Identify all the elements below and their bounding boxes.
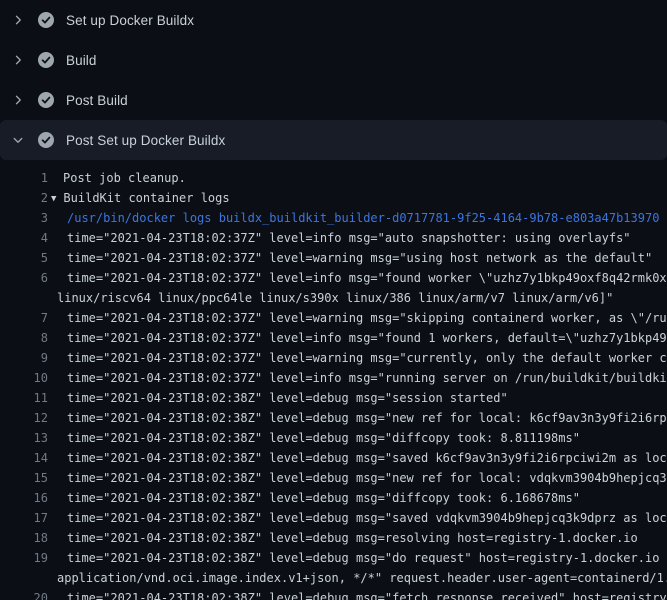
log-command-text: /usr/bin/docker logs buildx_buildkit_bui… (67, 208, 659, 228)
check-circle-icon (38, 92, 54, 108)
log-line: 5 time="2021-04-23T18:02:37Z" level=warn… (0, 248, 667, 268)
log-line: 14 time="2021-04-23T18:02:38Z" level=deb… (0, 448, 667, 468)
log-line-number[interactable]: 4 (0, 228, 48, 248)
log-line: 11 time="2021-04-23T18:02:38Z" level=deb… (0, 388, 667, 408)
log-group-title[interactable]: BuildKit container logs (63, 191, 229, 205)
log-line-text: time="2021-04-23T18:02:37Z" level=info m… (67, 368, 667, 388)
step-label: Set up Docker Buildx (66, 13, 194, 28)
log-line: 20 time="2021-04-23T18:02:38Z" level=deb… (0, 588, 667, 600)
log-line-number[interactable]: 3 (0, 208, 48, 228)
log-line: 19 time="2021-04-23T18:02:38Z" level=deb… (0, 548, 667, 568)
log-line: 13 time="2021-04-23T18:02:38Z" level=deb… (0, 428, 667, 448)
log-line-text: time="2021-04-23T18:02:38Z" level=debug … (67, 408, 667, 428)
log-line-number[interactable]: 19 (0, 548, 48, 568)
log-line-number[interactable]: 18 (0, 528, 48, 548)
log-line-text: time="2021-04-23T18:02:37Z" level=info m… (67, 328, 667, 348)
log-group-header: ▼ BuildKit container logs (51, 188, 230, 208)
log-line: 12 time="2021-04-23T18:02:38Z" level=deb… (0, 408, 667, 428)
log-line: 8 time="2021-04-23T18:02:37Z" level=info… (0, 328, 667, 348)
log-line-text: linux/riscv64 linux/ppc64le linux/s390x … (57, 288, 613, 308)
log-line-number[interactable]: 13 (0, 428, 48, 448)
log-line-number[interactable]: 8 (0, 328, 48, 348)
log-line-text: time="2021-04-23T18:02:37Z" level=info m… (67, 268, 667, 288)
log-line-text: time="2021-04-23T18:02:38Z" level=debug … (67, 508, 667, 528)
log-line-text: time="2021-04-23T18:02:38Z" level=debug … (67, 448, 667, 468)
log-line: 15 time="2021-04-23T18:02:38Z" level=deb… (0, 468, 667, 488)
collapse-caret-icon[interactable]: ▼ (51, 194, 56, 204)
log-line-text: time="2021-04-23T18:02:38Z" level=debug … (67, 548, 667, 568)
step-header-post-set-up-docker-buildx[interactable]: Post Set up Docker Buildx (0, 120, 667, 160)
log-line: 3 /usr/bin/docker logs buildx_buildkit_b… (0, 208, 667, 228)
log-line-number[interactable]: 7 (0, 308, 48, 328)
step-header-build[interactable]: Build (0, 40, 667, 80)
step-label: Post Build (66, 93, 128, 108)
log-line-text: time="2021-04-23T18:02:37Z" level=warnin… (67, 308, 667, 328)
log-line-text: time="2021-04-23T18:02:38Z" level=debug … (67, 588, 667, 600)
chevron-right-icon (10, 12, 26, 28)
log-line: 1 Post job cleanup. (0, 168, 667, 188)
log-line: 6 time="2021-04-23T18:02:37Z" level=info… (0, 268, 667, 288)
log-line-number[interactable]: 15 (0, 468, 48, 488)
log-line-number[interactable]: 9 (0, 348, 48, 368)
check-circle-icon (38, 12, 54, 28)
log-line-continuation: application/vnd.oci.image.index.v1+json,… (0, 568, 667, 588)
log-line-continuation: linux/riscv64 linux/ppc64le linux/s390x … (0, 288, 667, 308)
log-line-text: time="2021-04-23T18:02:37Z" level=warnin… (67, 348, 667, 368)
step-label: Post Set up Docker Buildx (66, 133, 225, 148)
log-line: 7 time="2021-04-23T18:02:37Z" level=warn… (0, 308, 667, 328)
log-line-number[interactable]: 11 (0, 388, 48, 408)
log-line-number[interactable]: 2 (0, 188, 48, 208)
log-line-text: application/vnd.oci.image.index.v1+json,… (57, 568, 667, 588)
log-line: 17 time="2021-04-23T18:02:38Z" level=deb… (0, 508, 667, 528)
chevron-down-icon (10, 132, 26, 148)
log-line: 2 ▼ BuildKit container logs (0, 188, 667, 208)
log-line-text: Post job cleanup. (63, 168, 186, 188)
log-line-text: time="2021-04-23T18:02:37Z" level=warnin… (67, 248, 652, 268)
log-line-number[interactable]: 14 (0, 448, 48, 468)
log-line-number[interactable]: 10 (0, 368, 48, 388)
check-circle-icon (38, 52, 54, 68)
log-line-number[interactable]: 6 (0, 268, 48, 288)
log-line-number[interactable]: 20 (0, 588, 48, 600)
log-line-number[interactable]: 1 (0, 168, 48, 188)
log-line-number[interactable]: 5 (0, 248, 48, 268)
workflow-steps-list: Set up Docker Buildx Build Post Build Po… (0, 0, 667, 160)
log-line-text: time="2021-04-23T18:02:38Z" level=debug … (67, 428, 580, 448)
log-line: 18 time="2021-04-23T18:02:38Z" level=deb… (0, 528, 667, 548)
chevron-right-icon (10, 92, 26, 108)
check-circle-icon (38, 132, 54, 148)
log-line-text: time="2021-04-23T18:02:38Z" level=debug … (67, 528, 638, 548)
log-line: 4 time="2021-04-23T18:02:37Z" level=info… (0, 228, 667, 248)
log-line: 10 time="2021-04-23T18:02:37Z" level=inf… (0, 368, 667, 388)
log-line-number[interactable]: 16 (0, 488, 48, 508)
step-header-set-up-docker-buildx[interactable]: Set up Docker Buildx (0, 0, 667, 40)
log-line-text: time="2021-04-23T18:02:38Z" level=debug … (67, 468, 667, 488)
step-label: Build (66, 53, 97, 68)
log-line-number[interactable]: 12 (0, 408, 48, 428)
step-log-output: 1 Post job cleanup. 2 ▼ BuildKit containe… (0, 160, 667, 600)
log-line-text: time="2021-04-23T18:02:38Z" level=debug … (67, 488, 580, 508)
step-header-post-build[interactable]: Post Build (0, 80, 667, 120)
log-line: 9 time="2021-04-23T18:02:37Z" level=warn… (0, 348, 667, 368)
log-line-text: time="2021-04-23T18:02:37Z" level=info m… (67, 228, 631, 248)
log-line-text: time="2021-04-23T18:02:38Z" level=debug … (67, 388, 508, 408)
log-line-number[interactable]: 17 (0, 508, 48, 528)
log-line: 16 time="2021-04-23T18:02:38Z" level=deb… (0, 488, 667, 508)
chevron-right-icon (10, 52, 26, 68)
